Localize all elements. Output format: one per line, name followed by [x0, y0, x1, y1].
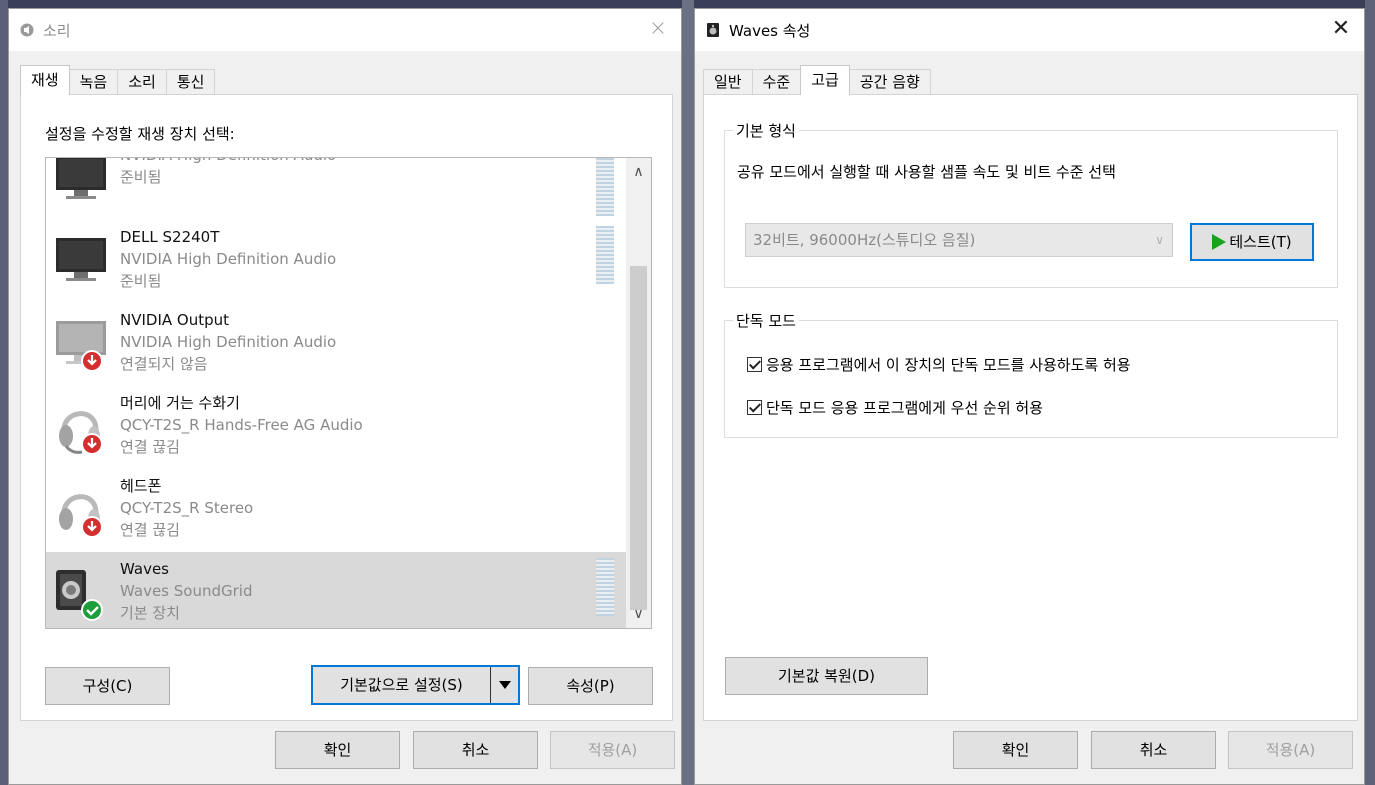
desktop-background-left [0, 0, 8, 785]
cancel-button[interactable]: 취소 [413, 731, 538, 769]
group-legend: 기본 형식 [733, 120, 799, 141]
level-meter [596, 226, 614, 284]
close-icon[interactable]: × [645, 17, 671, 43]
headphones-disconnected-icon [52, 479, 112, 541]
scroll-thumb[interactable] [630, 266, 647, 610]
sample-format-select: 32비트, 96000Hz(스튜디오 음질) ∨ [745, 223, 1173, 257]
desktop-background-right [1365, 0, 1375, 785]
desktop-background-gap [682, 0, 694, 785]
window-title: Waves 속성 [729, 21, 811, 40]
title-bar[interactable]: Waves 속성 ✕ [695, 9, 1364, 51]
tab-strip: 일반 수준 고급 공간 음향 [703, 65, 931, 95]
scroll-up-icon[interactable]: ∧ [626, 162, 651, 182]
exclusive-priority-checkbox-row[interactable]: 단독 모드 응용 프로그램에게 우선 순위 허용 [747, 397, 1043, 418]
monitor-disconnected-icon [52, 313, 112, 375]
device-status: 기본 장치 [120, 604, 180, 622]
device-description: NVIDIA High Definition Audio [120, 158, 336, 166]
group-legend: 단독 모드 [733, 310, 799, 331]
tab-playback[interactable]: 재생 [20, 65, 70, 95]
device-name: 머리에 거는 수화기 [120, 394, 240, 412]
device-list[interactable]: NVIDIA High Definition Audio 준비됨 DELL S2… [45, 157, 652, 629]
close-icon[interactable]: ✕ [1328, 17, 1354, 43]
ok-button[interactable]: 확인 [953, 731, 1078, 769]
play-icon [1212, 234, 1227, 250]
device-text: 머리에 거는 수화기 QCY-T2S_R Hands-Free AG Audio… [120, 392, 363, 458]
level-meter [596, 158, 614, 216]
cancel-button[interactable]: 취소 [1091, 731, 1216, 769]
device-text: DELL S2240T NVIDIA High Definition Audio… [120, 226, 336, 292]
test-label: 테스트(T) [1229, 233, 1292, 251]
tab-advanced[interactable]: 고급 [800, 65, 850, 95]
device-description: NVIDIA High Definition Audio [120, 333, 337, 351]
tab-spatial-sound[interactable]: 공간 음향 [848, 69, 931, 95]
waves-properties-dialog: Waves 속성 ✕ 일반 수준 고급 공간 음향 기본 형식 공유 모드에서 … [694, 8, 1365, 785]
exclusive-priority-checkbox[interactable] [747, 400, 762, 415]
device-name: Waves [120, 560, 169, 578]
scroll-down-icon[interactable]: ∨ [626, 604, 651, 624]
device-description: Waves SoundGrid [120, 582, 253, 600]
configure-button[interactable]: 구성(C) [45, 667, 170, 705]
title-bar[interactable]: 소리 × [9, 9, 681, 51]
device-status: 연결 끊김 [120, 521, 180, 539]
sound-dialog: 소리 × 재생 녹음 소리 통신 설정을 수정할 재생 장치 선택: NVIDI… [8, 8, 682, 785]
list-item[interactable]: NVIDIA High Definition Audio 준비됨 [46, 158, 626, 220]
test-button[interactable]: 테스트(T) [1190, 223, 1314, 261]
tab-general[interactable]: 일반 [703, 69, 753, 95]
list-item[interactable]: DELL S2240T NVIDIA High Definition Audio… [46, 220, 626, 302]
vertical-scrollbar[interactable]: ∧ ∨ [626, 158, 651, 628]
default-format-group: 기본 형식 공유 모드에서 실행할 때 사용할 샘플 속도 및 비트 수준 선택… [724, 120, 1338, 288]
list-item-selected[interactable]: Waves Waves SoundGrid 기본 장치 [46, 552, 626, 628]
device-status: 준비됨 [120, 168, 162, 186]
advanced-panel: 기본 형식 공유 모드에서 실행할 때 사용할 샘플 속도 및 비트 수준 선택… [703, 94, 1358, 721]
tab-levels[interactable]: 수준 [751, 69, 802, 95]
device-text: 헤드폰 QCY-T2S_R Stereo 연결 끊김 [120, 475, 253, 541]
device-description: QCY-T2S_R Hands-Free AG Audio [120, 416, 363, 434]
exclusive-mode-group: 단독 모드 응용 프로그램에서 이 장치의 단독 모드를 사용하도록 허용 단독… [724, 310, 1338, 438]
device-description: NVIDIA High Definition Audio [120, 250, 337, 268]
headset-disconnected-icon [52, 396, 112, 458]
device-status: 연결되지 않음 [120, 355, 208, 373]
device-status: 준비됨 [120, 272, 162, 290]
sample-format-value: 32비트, 96000Hz(스튜디오 음질) [753, 231, 976, 249]
ok-button[interactable]: 확인 [275, 731, 400, 769]
device-status: 연결 끊김 [120, 438, 180, 456]
device-name: NVIDIA Output [120, 311, 230, 329]
window-title: 소리 [43, 21, 71, 40]
chevron-down-icon[interactable] [490, 667, 518, 703]
device-text: NVIDIA Output NVIDIA High Definition Aud… [120, 309, 336, 375]
device-description: QCY-T2S_R Stereo [120, 499, 254, 517]
monitor-icon [52, 158, 112, 210]
speaker-icon [705, 22, 721, 38]
tab-recording[interactable]: 녹음 [68, 69, 119, 95]
format-description: 공유 모드에서 실행할 때 사용할 샘플 속도 및 비트 수준 선택 [737, 163, 1116, 181]
tab-communications[interactable]: 통신 [165, 69, 216, 95]
list-item[interactable]: NVIDIA Output NVIDIA High Definition Aud… [46, 303, 626, 385]
device-text: NVIDIA High Definition Audio 준비됨 [120, 158, 336, 188]
apply-button[interactable]: 적용(A) [1228, 731, 1353, 769]
set-default-button[interactable]: 기본값으로 설정(S) [311, 665, 520, 705]
speaker-default-icon [52, 562, 112, 624]
allow-exclusive-checkbox[interactable] [747, 357, 762, 372]
set-default-label: 기본값으로 설정(S) [340, 676, 463, 694]
apply-button[interactable]: 적용(A) [550, 731, 675, 769]
tab-strip: 재생 녹음 소리 통신 [20, 65, 216, 95]
list-item[interactable]: 머리에 거는 수화기 QCY-T2S_R Hands-Free AG Audio… [46, 386, 626, 468]
properties-button[interactable]: 속성(P) [528, 667, 653, 705]
device-name: 헤드폰 [120, 477, 162, 495]
device-name: DELL S2240T [120, 228, 220, 246]
allow-exclusive-label: 응용 프로그램에서 이 장치의 단독 모드를 사용하도록 허용 [766, 356, 1131, 374]
restore-defaults-button[interactable]: 기본값 복원(D) [725, 657, 928, 695]
monitor-icon [52, 230, 112, 292]
list-item[interactable]: 헤드폰 QCY-T2S_R Stereo 연결 끊김 [46, 469, 626, 551]
speaker-icon [19, 22, 35, 38]
device-text: Waves Waves SoundGrid 기본 장치 [120, 558, 252, 624]
tab-sounds[interactable]: 소리 [117, 69, 167, 95]
exclusive-priority-label: 단독 모드 응용 프로그램에게 우선 순위 허용 [766, 399, 1044, 417]
allow-exclusive-checkbox-row[interactable]: 응용 프로그램에서 이 장치의 단독 모드를 사용하도록 허용 [747, 354, 1131, 375]
level-meter [596, 558, 614, 616]
playback-panel: 설정을 수정할 재생 장치 선택: NVIDIA High Definition… [20, 94, 673, 721]
panel-caption: 설정을 수정할 재생 장치 선택: [45, 125, 235, 143]
chevron-down-icon: ∨ [1155, 233, 1164, 247]
